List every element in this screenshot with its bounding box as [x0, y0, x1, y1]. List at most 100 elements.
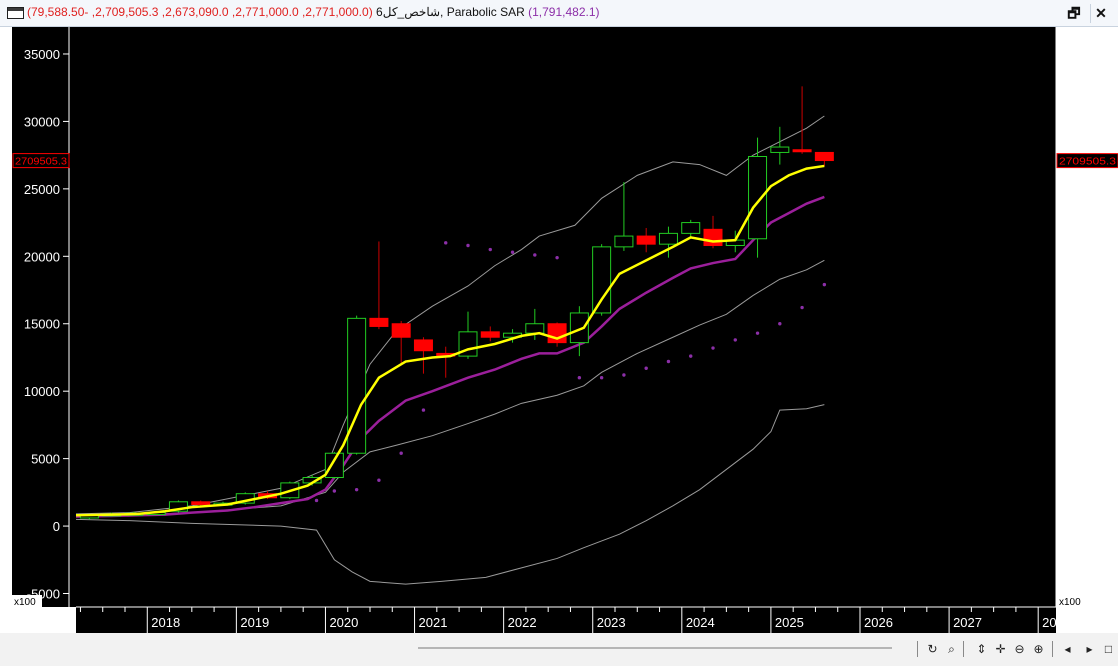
candle-up: [658, 232, 678, 245]
y-tick-label-left: 20000: [24, 249, 60, 264]
y-tick-label-right: -5000: [1066, 587, 1099, 602]
toolbar-separator: [917, 641, 918, 657]
sar-dot: [332, 489, 337, 493]
candle-up: [614, 235, 634, 248]
y-tick-label-left: 5000: [31, 452, 60, 467]
vertical-resize-icon[interactable]: ⇕: [974, 640, 989, 658]
price-chart[interactable]: 35000 30000 25000 20000 15000 10000 5000 0 -5000…: [0, 27, 1118, 633]
toolbar-separator: [1052, 641, 1053, 657]
sar-dot: [755, 331, 760, 335]
crosshair-icon[interactable]: ✛: [993, 640, 1008, 658]
sar-dot: [466, 243, 470, 248]
sar-dot: [533, 253, 537, 257]
title-ohlc-values: (2,771,000.0, 2,771,000.0, 2,673,090.0, …: [27, 5, 373, 19]
candle-up: [770, 146, 790, 153]
y-tick-label-left: 15000: [24, 317, 60, 332]
year-label: 2023: [597, 615, 626, 630]
candle-down: [191, 501, 211, 505]
plot-area: [12, 27, 1056, 607]
y-tick-label-left: 35000: [24, 47, 60, 62]
toolbar-separator: [963, 641, 964, 657]
scroll-left-icon[interactable]: ◂: [1060, 640, 1075, 658]
y-tick-label-right: 35000: [1066, 47, 1102, 62]
sar-dot: [622, 373, 626, 377]
candle-up: [347, 317, 367, 454]
y-tick-label-right: 15000: [1066, 317, 1102, 332]
zoom-icon[interactable]: ⌕: [944, 640, 959, 658]
candle-up: [592, 246, 612, 314]
chart-window-icon[interactable]: [7, 7, 24, 19]
y-tick-label-left: 0: [53, 519, 60, 534]
candle-down: [480, 331, 500, 338]
sar-dot: [399, 451, 403, 455]
year-label: 2024: [686, 615, 715, 630]
y-tick-label-right: 10000: [1066, 384, 1102, 399]
year-label: 2028: [1042, 615, 1071, 630]
unit-label-left: x100: [14, 597, 36, 608]
time-axis-band: [76, 607, 1056, 633]
sar-dot: [822, 282, 827, 287]
time-axis: 2018 2019 2020 2021 2022 2023 2024 2025 2026 2027…: [76, 606, 1071, 633]
title-separator: ,: [440, 5, 447, 19]
candle-down: [413, 339, 433, 352]
candle-up: [748, 155, 768, 240]
year-label: 2018: [151, 615, 180, 630]
sar-dot: [444, 241, 448, 245]
last-price-tag-left: 2709505.3: [15, 157, 67, 168]
sar-dot: [666, 359, 671, 364]
y-tick-label-right: 25000: [1066, 182, 1102, 197]
candle-down: [814, 151, 834, 162]
candle-down: [391, 323, 411, 338]
sar-dot: [711, 346, 715, 350]
zoom-in-icon[interactable]: ⊕: [1031, 640, 1046, 658]
year-label: 2025: [775, 615, 804, 630]
year-label: 2027: [953, 615, 982, 630]
y-tick-label-right: 0: [1066, 519, 1073, 534]
y-tick-label-right: 30000: [1066, 114, 1102, 129]
sar-dot: [488, 247, 492, 252]
y-tick-label-right: 20000: [1066, 249, 1102, 264]
close-icon[interactable]: ✕: [1090, 4, 1111, 23]
year-label: 2019: [240, 615, 269, 630]
y-tick-label-right: 5000: [1066, 452, 1095, 467]
sar-dot: [377, 478, 381, 482]
last-price-tag-right: 2709505.3: [1059, 157, 1117, 168]
chart-toolbar: ↻ ⌕ ⇕ ✛ ⊖ ⊕ ◂ ▸ □: [0, 633, 1118, 666]
sar-dot: [733, 338, 737, 342]
y-tick-label-left: 30000: [24, 114, 60, 129]
y-tick-label-left: 10000: [24, 384, 60, 399]
sar-dot: [599, 375, 604, 380]
candle-up: [525, 323, 545, 334]
sar-dot: [644, 366, 648, 370]
indicator-value: (1,791,482.1): [528, 5, 600, 19]
sar-dot: [510, 250, 515, 254]
candle-down: [636, 235, 656, 245]
window-title: شاخص_کل6 (2,771,000.0, 2,771,000.0, 2,67…: [27, 5, 600, 19]
candle-up: [681, 222, 701, 234]
horizontal-scrollbar[interactable]: [418, 647, 892, 649]
sar-dot: [778, 322, 782, 326]
candle-up: [324, 452, 344, 479]
year-label: 2021: [419, 615, 448, 630]
page-icon[interactable]: □: [1101, 640, 1116, 658]
sar-dot: [577, 375, 582, 380]
candle-down: [369, 317, 389, 327]
scroll-right-icon[interactable]: ▸: [1082, 640, 1097, 658]
sar-dot: [689, 354, 693, 358]
refresh-icon[interactable]: ↻: [925, 640, 940, 658]
candle-down: [703, 228, 723, 247]
year-label: 2026: [864, 615, 893, 630]
window-titlebar: شاخص_کل6 (2,771,000.0, 2,771,000.0, 2,67…: [0, 0, 1118, 27]
restore-icon[interactable]: 🗗: [1064, 4, 1084, 23]
indicator-name: Parabolic SAR: [446, 5, 525, 19]
sar-dot: [314, 498, 319, 503]
sar-dot: [354, 487, 359, 492]
y-tick-label-left: 25000: [24, 182, 60, 197]
candle-up: [569, 312, 589, 344]
year-label: 2022: [508, 615, 537, 630]
sar-dot: [800, 305, 804, 310]
candle-down: [792, 149, 812, 153]
title-name: شاخص_کل6: [376, 5, 441, 19]
sar-dot: [555, 255, 559, 260]
zoom-out-icon[interactable]: ⊖: [1012, 640, 1027, 658]
